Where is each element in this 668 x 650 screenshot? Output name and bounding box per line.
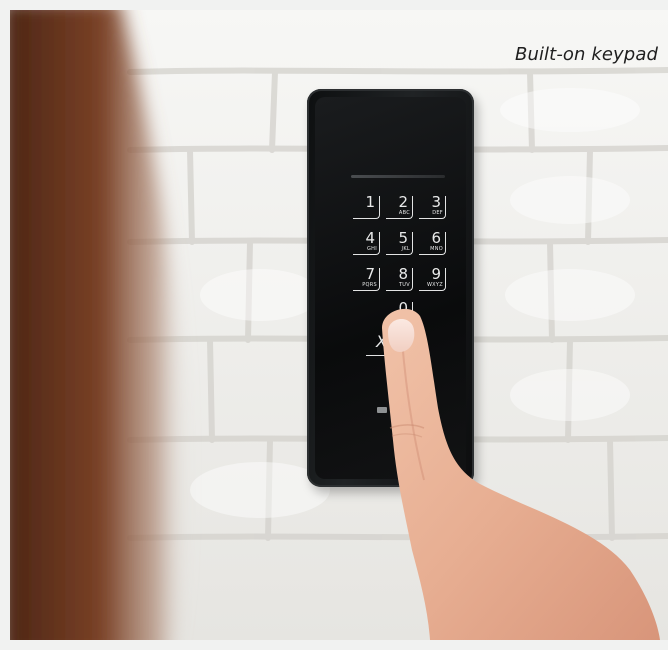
pressing-hand [382,308,660,640]
image-frame: Built-on keypad 1 2 ABC 3 DEF 4 GHI 5 JK… [0,0,668,650]
keypad-photo: Built-on keypad 1 2 ABC 3 DEF 4 GHI 5 JK… [10,10,668,640]
